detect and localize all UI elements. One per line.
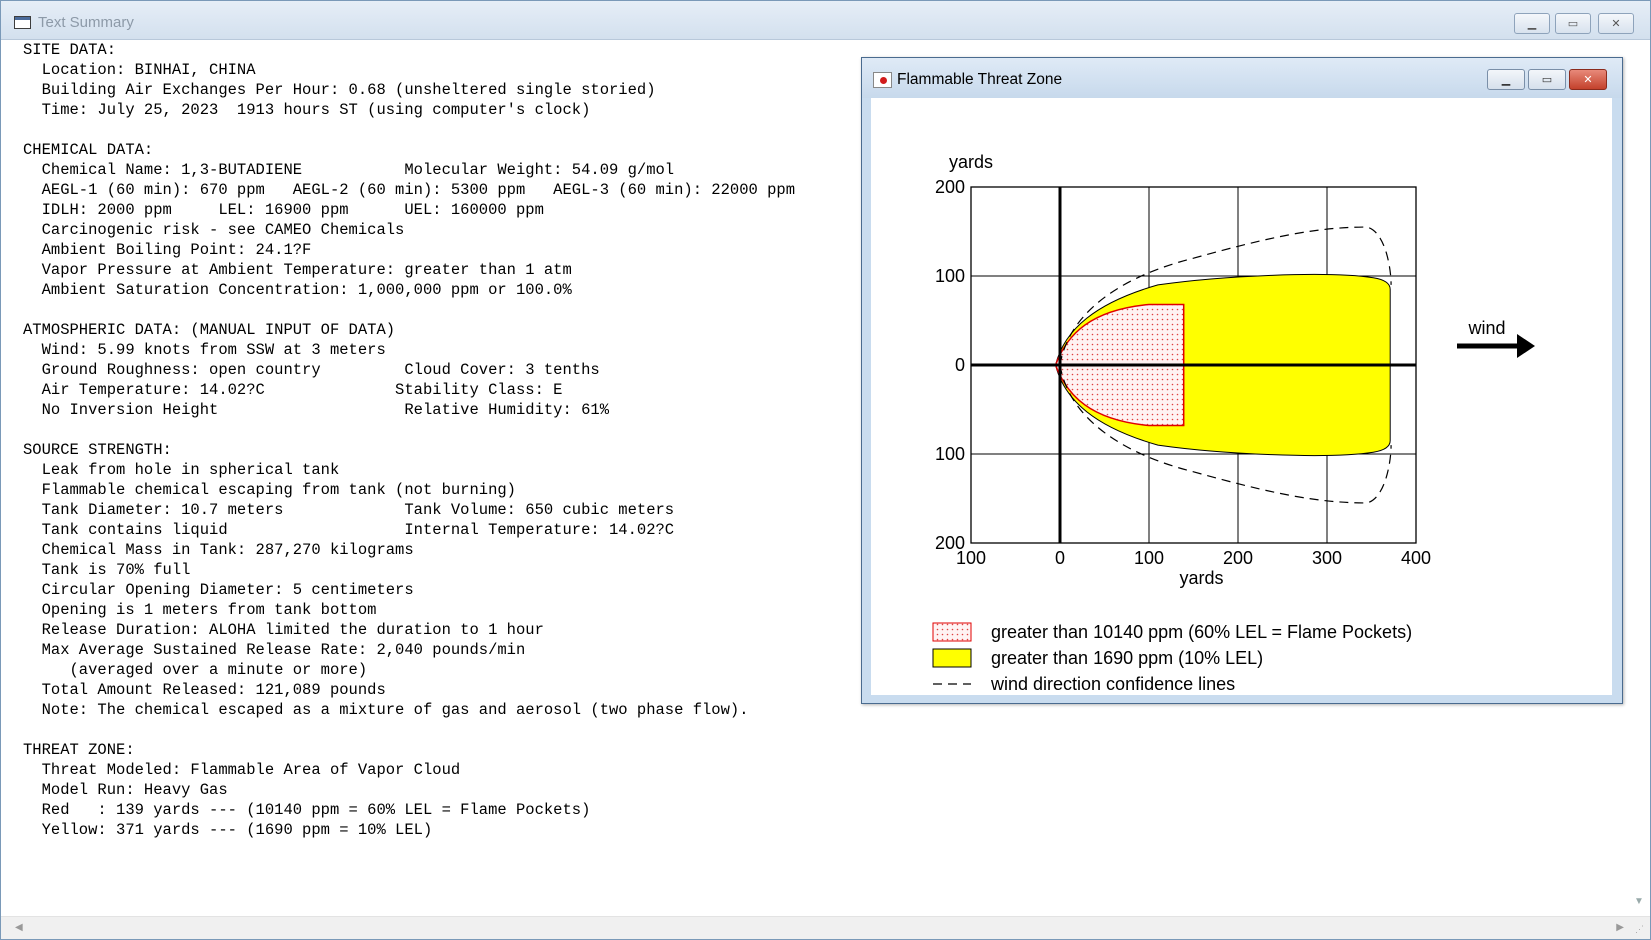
report-line: ATMOSPHERIC DATA: (MANUAL INPUT OF DATA) xyxy=(23,321,396,339)
threat-close-button[interactable]: ✕ xyxy=(1569,69,1607,90)
y-tick-label: 100 xyxy=(935,266,965,286)
window-title: Text Summary xyxy=(38,14,134,31)
report-line: Leak from hole in spherical tank xyxy=(23,461,340,479)
legend-swatch-red xyxy=(932,622,972,642)
report-line xyxy=(23,300,795,320)
threat-zone-window: Flammable Threat Zone ▁ ▭ ✕ yards yards … xyxy=(861,57,1623,704)
threat-zone-title-bar[interactable]: Flammable Threat Zone ▁ ▭ ✕ xyxy=(862,58,1622,98)
scroll-left-arrow-icon[interactable]: ◀ xyxy=(15,922,23,933)
threat-zone-icon xyxy=(873,72,892,88)
report-line: (averaged over a minute or more) xyxy=(23,661,368,679)
report-line: SITE DATA: xyxy=(23,41,117,59)
report-line: Total Amount Released: 121,089 pounds xyxy=(23,681,386,699)
y-tick-label: 200 xyxy=(935,177,965,197)
legend-label: wind direction confidence lines xyxy=(990,674,1235,694)
legend-label: greater than 1690 ppm (10% LEL) xyxy=(991,648,1263,668)
close-button[interactable]: ✕ xyxy=(1598,13,1634,34)
wind-arrow: wind xyxy=(1457,318,1535,358)
report-line: Ambient Saturation Concentration: 1,000,… xyxy=(23,281,572,299)
report-line: AEGL-1 (60 min): 670 ppm AEGL-2 (60 min)… xyxy=(23,181,796,199)
report-line: Ambient Boiling Point: 24.1?F xyxy=(23,241,312,259)
app-window-icon xyxy=(14,16,31,29)
y-tick-label: 200 xyxy=(935,533,965,553)
report-line: Building Air Exchanges Per Hour: 0.68 (u… xyxy=(23,81,656,99)
report-line: No Inversion Height Relative Humidity: 6… xyxy=(23,401,609,419)
report-line: Chemical Mass in Tank: 287,270 kilograms xyxy=(23,541,414,559)
report-line: Note: The chemical escaped as a mixture … xyxy=(23,701,749,719)
title-bar[interactable]: Text Summary ▁ ▭ ✕ xyxy=(1,1,1650,40)
scroll-down-arrow-icon[interactable]: ▼ xyxy=(1634,896,1644,907)
maximize-button[interactable]: ▭ xyxy=(1555,13,1591,34)
report-line: Flammable chemical escaping from tank (n… xyxy=(23,481,516,499)
threat-minimize-button[interactable]: ▁ xyxy=(1487,69,1525,90)
threat-maximize-button[interactable]: ▭ xyxy=(1528,69,1566,90)
report-line: Yellow: 371 yards --- (1690 ppm = 10% LE… xyxy=(23,821,433,839)
report-line: THREAT ZONE: xyxy=(23,741,135,759)
report-line: Chemical Name: 1,3-BUTADIENE Molecular W… xyxy=(23,161,675,179)
report-line xyxy=(23,120,795,140)
report-line: Location: BINHAI, CHINA xyxy=(23,61,256,79)
report-line: Tank Diameter: 10.7 meters Tank Volume: … xyxy=(23,501,675,519)
legend-swatch-yellow xyxy=(932,648,972,668)
x-axis-label: yards xyxy=(1179,568,1223,588)
threat-zone-plot-area: yards yards 100 0 100 200 300 400 200 100 0 100 20… xyxy=(871,98,1612,695)
report-text: SITE DATA: Location: BINHAI, CHINA Build… xyxy=(23,40,795,840)
report-line: CHEMICAL DATA: xyxy=(23,141,154,159)
report-line: Red : 139 yards --- (10140 ppm = 60% LEL… xyxy=(23,801,591,819)
minimize-button[interactable]: ▁ xyxy=(1514,13,1550,34)
report-line: Max Average Sustained Release Rate: 2,04… xyxy=(23,641,526,659)
x-tick-label: 0 xyxy=(1055,548,1065,568)
y-tick-label: 0 xyxy=(955,355,965,375)
report-line: Tank contains liquid Internal Temperatur… xyxy=(23,521,675,539)
report-line: Carcinogenic risk - see CAMEO Chemicals xyxy=(23,221,405,239)
report-line: Air Temperature: 14.02?C Stability Class… xyxy=(23,381,563,399)
threat-zone-chart: yards yards 100 0 100 200 300 400200100010020… xyxy=(932,152,1535,694)
report-line: IDLH: 2000 ppm LEL: 16900 ppm UEL: 16000… xyxy=(23,201,544,219)
x-tick-label: 200 xyxy=(1223,548,1253,568)
vertical-scrollbar[interactable]: ▼ xyxy=(1628,40,1650,917)
report-line: Tank is 70% full xyxy=(23,561,191,579)
wind-arrow-icon xyxy=(1517,334,1535,358)
report-line: SOURCE STRENGTH: xyxy=(23,441,172,459)
legend-label: greater than 10140 ppm (60% LEL = Flame … xyxy=(991,622,1412,642)
report-line: Ground Roughness: open country Cloud Cov… xyxy=(23,361,600,379)
x-tick-label: 400 xyxy=(1401,548,1431,568)
report-line: Threat Modeled: Flammable Area of Vapor … xyxy=(23,761,461,779)
wind-label: wind xyxy=(1467,318,1505,338)
report-line: Release Duration: ALOHA limited the dura… xyxy=(23,621,544,639)
threat-zone-title: Flammable Threat Zone xyxy=(897,71,1063,88)
y-tick-label: 100 xyxy=(935,444,965,464)
report-line: Model Run: Heavy Gas xyxy=(23,781,228,799)
horizontal-scrollbar[interactable]: ◀ ▶ ⋰ xyxy=(1,916,1650,939)
report-line: Circular Opening Diameter: 5 centimeters xyxy=(23,581,414,599)
report-line: Wind: 5.99 knots from SSW at 3 meters xyxy=(23,341,386,359)
report-line: Opening is 1 meters from tank bottom xyxy=(23,601,377,619)
report-line: Time: July 25, 2023 1913 hours ST (using… xyxy=(23,101,591,119)
y-axis-label: yards xyxy=(949,152,993,172)
report-line xyxy=(23,720,795,740)
resize-grip-icon[interactable]: ⋰ xyxy=(1635,924,1647,936)
x-tick-label: 300 xyxy=(1312,548,1342,568)
scroll-right-arrow-icon[interactable]: ▶ xyxy=(1616,922,1624,933)
report-line xyxy=(23,420,795,440)
report-line: Vapor Pressure at Ambient Temperature: g… xyxy=(23,261,572,279)
x-tick-label: 100 xyxy=(1134,548,1164,568)
